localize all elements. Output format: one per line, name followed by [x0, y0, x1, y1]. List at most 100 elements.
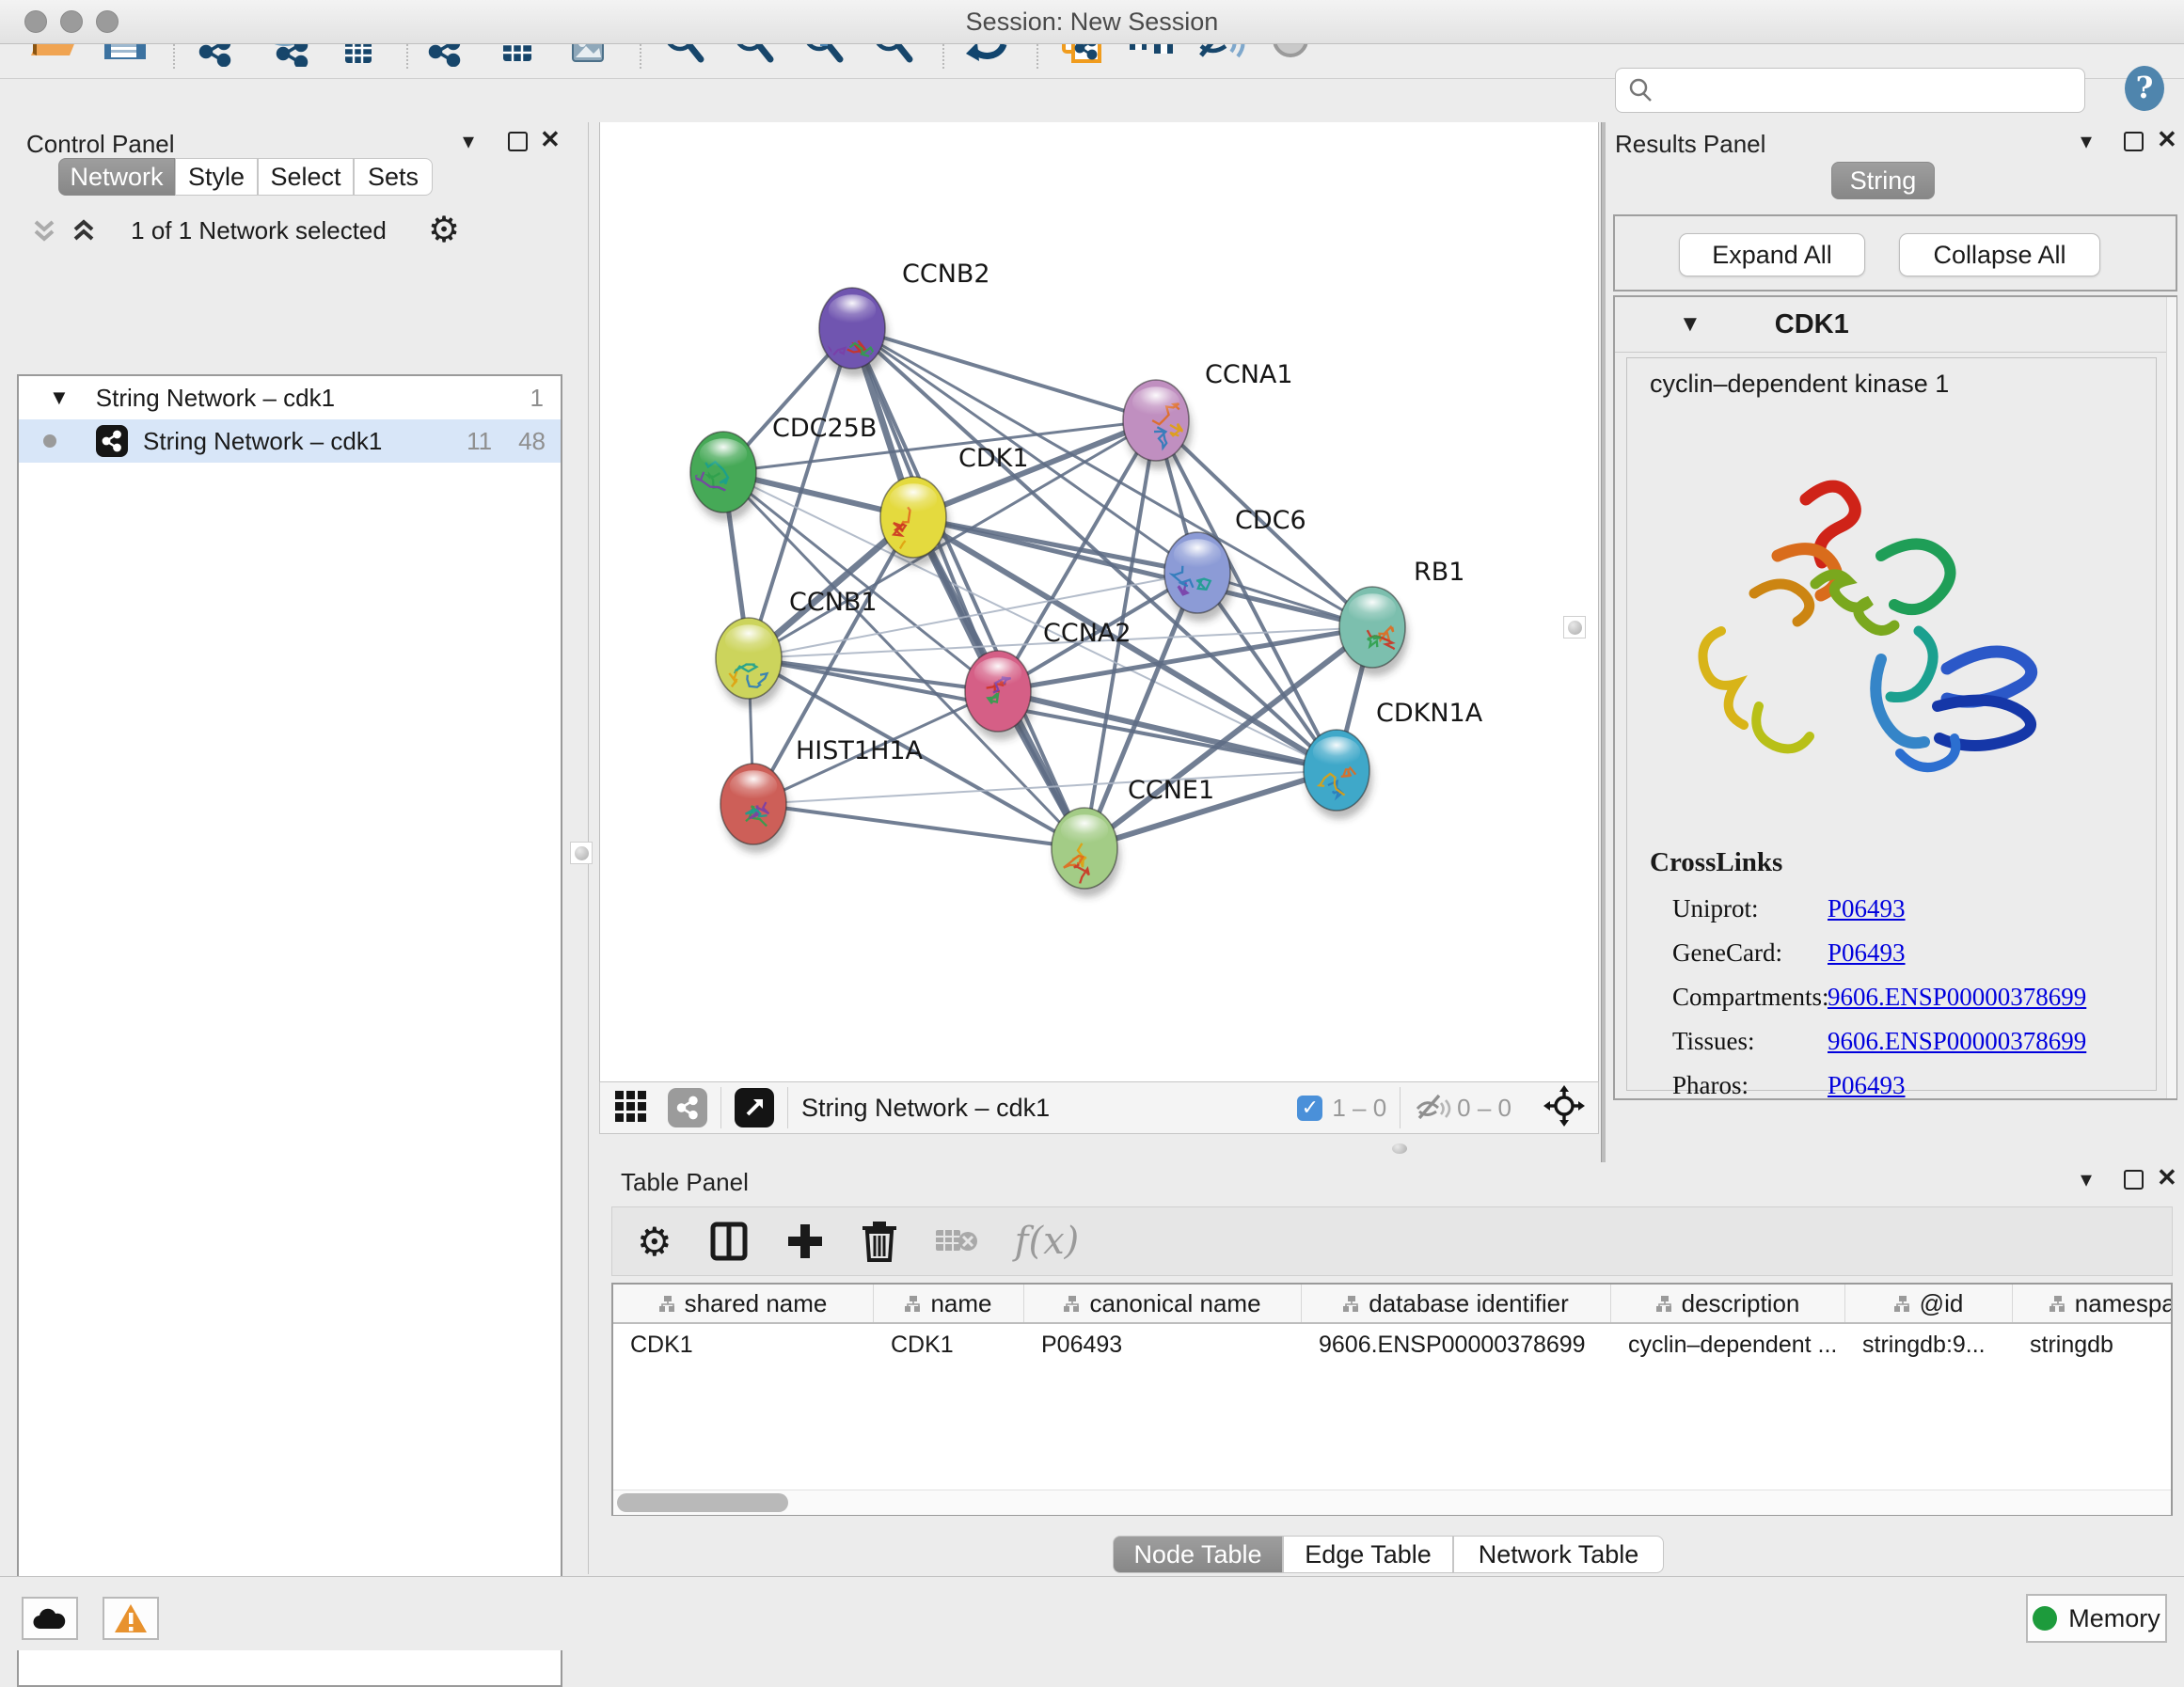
- crosslink-value-link[interactable]: 9606.ENSP00000378699: [1828, 983, 2086, 1012]
- crosslink-value-link[interactable]: 9606.ENSP00000378699: [1828, 1027, 2086, 1056]
- tab-string[interactable]: String: [1831, 162, 1935, 199]
- results-panel-float-icon[interactable]: [2124, 132, 2144, 151]
- network-edge[interactable]: [852, 328, 1156, 420]
- table-cell[interactable]: CDK1: [874, 1324, 1024, 1365]
- hidden-eye-icon[interactable]: [1414, 1090, 1451, 1127]
- tab-sets[interactable]: Sets: [354, 158, 433, 196]
- collection-expand-triangle-icon[interactable]: ▼: [49, 386, 70, 410]
- birdseye-view-icon[interactable]: [613, 1087, 651, 1129]
- results-gene-section: ▼ CDK1 cyclin–dependent kinase 1: [1613, 295, 2177, 1100]
- bottom-splitter-handle[interactable]: [1392, 1143, 1407, 1154]
- memory-button[interactable]: Memory: [2026, 1594, 2167, 1643]
- network-node-cdc25b[interactable]: CDC25B: [690, 414, 877, 521]
- table-cell[interactable]: cyclin–dependent ...: [1611, 1324, 1845, 1365]
- tab-network-table[interactable]: Network Table: [1453, 1536, 1664, 1573]
- left-splitter-handle[interactable]: [570, 842, 593, 864]
- tab-edge-table[interactable]: Edge Table: [1283, 1536, 1453, 1573]
- table-panel-close-icon[interactable]: ✕: [2157, 1163, 2177, 1192]
- results-panel: Results Panel ▾ ✕ String Expand All Coll…: [1606, 122, 2184, 1162]
- column-header-database-identifier[interactable]: database identifier: [1302, 1285, 1611, 1322]
- cloud-status-button[interactable]: [22, 1597, 78, 1640]
- search-field[interactable]: [1615, 68, 2085, 113]
- results-scrollbar[interactable]: [2166, 297, 2176, 1098]
- network-list: ▼ String Network – cdk1 1 String Network…: [17, 374, 562, 1687]
- network-graph[interactable]: CCNB2CCNA1CDC25BCDK1CDC6RB1CCNB1CCNA2CDK…: [600, 122, 1598, 1080]
- control-panel-menu-icon[interactable]: ▾: [463, 128, 474, 155]
- node-label-ccne1: CCNE1: [1128, 776, 1214, 805]
- column-header--id[interactable]: @id: [1845, 1285, 2013, 1322]
- column-header-namespace[interactable]: namespace: [2013, 1285, 2173, 1322]
- table-settings-gear-icon[interactable]: ⚙: [637, 1219, 673, 1265]
- string-style-icon[interactable]: [668, 1088, 707, 1127]
- expand-all-button[interactable]: Expand All: [1679, 233, 1865, 276]
- memory-label: Memory: [2068, 1604, 2160, 1633]
- protein-structure-image: [1665, 443, 2107, 857]
- open-in-new-window-icon[interactable]: [735, 1088, 774, 1127]
- selected-nodes-checkbox[interactable]: ✓: [1297, 1096, 1322, 1121]
- table-cell[interactable]: 9606.ENSP00000378699: [1302, 1324, 1611, 1365]
- column-header-canonical-name[interactable]: canonical name: [1024, 1285, 1302, 1322]
- shared-column-icon: [1894, 1296, 1910, 1312]
- delete-table-icon[interactable]: [934, 1224, 979, 1258]
- network-status-dot: [43, 434, 56, 448]
- network-edge[interactable]: [749, 658, 998, 691]
- results-panel-menu-icon[interactable]: ▾: [2081, 128, 2092, 155]
- network-edge[interactable]: [852, 328, 1084, 848]
- results-panel-close-icon[interactable]: ✕: [2157, 125, 2177, 154]
- tab-node-table[interactable]: Node Table: [1113, 1536, 1283, 1573]
- crosslink-value-link[interactable]: P06493: [1828, 1071, 1906, 1100]
- crosslink-value-link[interactable]: P06493: [1828, 894, 1906, 923]
- delete-column-trash-icon[interactable]: [861, 1221, 898, 1262]
- crosslink-value-link[interactable]: P06493: [1828, 938, 1906, 968]
- column-header-description[interactable]: description: [1611, 1285, 1845, 1322]
- control-panel-float-icon[interactable]: [508, 132, 528, 151]
- network-node-cdkn1a[interactable]: CDKN1A: [1304, 699, 1483, 819]
- string-network-icon: [96, 425, 128, 457]
- table-cell[interactable]: CDK1: [613, 1324, 874, 1365]
- table-horizontal-scrollbar[interactable]: [613, 1490, 2171, 1515]
- collection-label: String Network – cdk1: [96, 384, 335, 413]
- add-column-icon[interactable]: [785, 1222, 825, 1261]
- network-collection-row[interactable]: ▼ String Network – cdk1 1: [19, 376, 561, 419]
- collapse-all-button[interactable]: Collapse All: [1899, 233, 2100, 276]
- table-cell[interactable]: P06493: [1024, 1324, 1302, 1365]
- network-node-ccna1[interactable]: CCNA1: [1123, 360, 1293, 469]
- network-node-ccne1[interactable]: CCNE1: [1052, 776, 1214, 897]
- table-cell[interactable]: stringdb:9...: [1845, 1324, 2013, 1365]
- column-header-shared-name[interactable]: shared name: [613, 1285, 874, 1322]
- network-view-canvas[interactable]: CCNB2CCNA1CDC25BCDK1CDC6RB1CCNB1CCNA2CDK…: [599, 122, 1599, 1081]
- collection-count: 1: [530, 384, 544, 413]
- gene-collapse-triangle-icon[interactable]: ▼: [1679, 311, 1701, 338]
- pan-crosshair-icon[interactable]: [1543, 1085, 1585, 1131]
- control-panel-close-icon[interactable]: ✕: [540, 125, 561, 154]
- column-header-name[interactable]: name: [874, 1285, 1024, 1322]
- search-icon: [1627, 77, 1654, 103]
- show-columns-icon[interactable]: [708, 1221, 750, 1262]
- network-row[interactable]: String Network – cdk1 11 48: [19, 419, 561, 463]
- statusbar-separator: [787, 1087, 788, 1128]
- tab-select[interactable]: Select: [258, 158, 354, 196]
- search-input[interactable]: [1654, 76, 2062, 104]
- network-view-statusbar: String Network – cdk1 ✓ 1 – 0 0 – 0: [599, 1081, 1599, 1134]
- crosslinks-list: Uniprot:P06493GeneCard:P06493Compartment…: [1672, 887, 2143, 1108]
- network-options-gear-icon[interactable]: ⚙: [428, 209, 460, 251]
- table-panel-menu-icon[interactable]: ▾: [2081, 1166, 2092, 1193]
- table-row[interactable]: CDK1CDK1P064939606.ENSP00000378699cyclin…: [613, 1324, 2171, 1365]
- tab-style[interactable]: Style: [175, 158, 258, 196]
- network-edge[interactable]: [852, 328, 1372, 627]
- gene-section-header[interactable]: ▼ CDK1: [1615, 297, 2176, 353]
- right-splitter-handle[interactable]: [1563, 616, 1586, 639]
- help-icon[interactable]: ?: [2120, 64, 2169, 118]
- function-builder-icon[interactable]: f(x): [1015, 1220, 1080, 1263]
- network-node-rb1[interactable]: RB1: [1339, 558, 1464, 676]
- node-table[interactable]: shared namenamecanonical namedatabase id…: [611, 1283, 2173, 1516]
- network-edge-count: 48: [518, 427, 546, 456]
- tab-network[interactable]: Network: [58, 158, 175, 196]
- node-label-cdc25b: CDC25B: [772, 414, 877, 443]
- scrollbar-thumb[interactable]: [617, 1493, 788, 1512]
- network-edge[interactable]: [998, 691, 1337, 770]
- table-cell[interactable]: stringdb: [2013, 1324, 2173, 1365]
- warnings-button[interactable]: [103, 1597, 159, 1640]
- table-panel-float-icon[interactable]: [2124, 1170, 2144, 1190]
- network-edge[interactable]: [753, 804, 1084, 848]
